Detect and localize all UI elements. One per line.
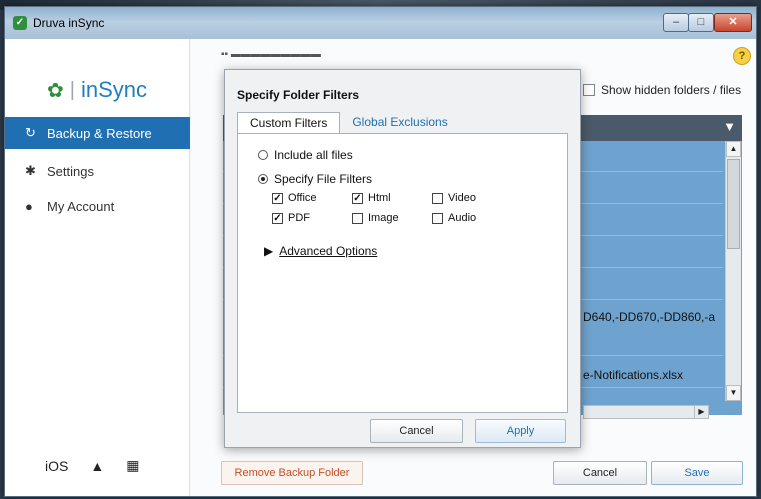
- minimize-button[interactable]: –: [663, 13, 689, 32]
- specify-filters-radio[interactable]: [258, 174, 268, 184]
- show-hidden-label: Show hidden folders / files: [601, 83, 742, 97]
- close-button[interactable]: ✕: [714, 13, 752, 32]
- filter-video[interactable]: Video: [432, 192, 476, 204]
- filter-label: PDF: [288, 212, 310, 224]
- vertical-scrollbar[interactable]: ▲ ▼: [725, 141, 741, 401]
- sidebar-item-label: My Account: [47, 198, 115, 214]
- horizontal-scrollbar[interactable]: ▶: [583, 405, 709, 419]
- android-icon[interactable]: ▲: [90, 458, 104, 474]
- filter-label: Html: [368, 192, 391, 204]
- tab-global-exclusions[interactable]: Global Exclusions: [340, 112, 459, 134]
- list-item[interactable]: D640,-DD670,-DD860,-a: [583, 310, 715, 324]
- scroll-up-icon[interactable]: ▲: [726, 141, 741, 157]
- filter-image[interactable]: Image: [352, 212, 399, 224]
- breadcrumb: ▪▪ ▬▬▬▬▬▬▬▬▬: [221, 49, 321, 60]
- expand-triangle-icon: ▶: [264, 244, 274, 258]
- filter-icon[interactable]: ▼: [723, 119, 736, 134]
- filter-label: Office: [288, 192, 317, 204]
- dialog-title: Specify Folder Filters: [237, 88, 360, 102]
- video-checkbox[interactable]: [432, 192, 443, 204]
- app-logo: ✿ | inSync: [47, 77, 147, 103]
- platform-links: iOS ▲ ▦: [45, 457, 139, 474]
- advanced-options-link[interactable]: Advanced Options: [279, 244, 377, 258]
- include-all-option[interactable]: Include all files: [258, 148, 353, 162]
- save-button[interactable]: Save: [651, 461, 743, 485]
- include-all-label: Include all files: [274, 148, 353, 162]
- scroll-thumb[interactable]: [727, 159, 740, 249]
- include-all-radio[interactable]: [258, 150, 268, 160]
- filter-html[interactable]: ✓ Html: [352, 192, 391, 204]
- refresh-icon: ↻: [25, 125, 36, 140]
- sidebar-item-my-account[interactable]: ● My Account: [5, 190, 190, 222]
- audio-checkbox[interactable]: [432, 212, 443, 224]
- scroll-down-icon[interactable]: ▼: [726, 385, 741, 401]
- maximize-button[interactable]: □: [688, 13, 714, 32]
- specify-filters-label: Specify File Filters: [274, 172, 373, 186]
- sidebar-item-label: Backup & Restore: [47, 125, 152, 141]
- filter-label: Image: [368, 212, 399, 224]
- office-checkbox[interactable]: ✓: [272, 192, 283, 204]
- title-bar: ✓ Druva inSync – □ ✕: [5, 7, 756, 39]
- logo-separator: |: [69, 78, 75, 101]
- show-hidden-option[interactable]: Show hidden folders / files: [583, 83, 741, 97]
- folder-filters-dialog: Specify Folder Filters Custom Filters Gl…: [224, 69, 581, 448]
- ios-link[interactable]: iOS: [45, 458, 68, 474]
- window-title: Druva inSync: [33, 16, 105, 30]
- image-checkbox[interactable]: [352, 212, 363, 224]
- sidebar-item-backup-restore[interactable]: ↻ Backup & Restore: [5, 117, 190, 149]
- insync-logo-icon: ✿: [47, 79, 64, 102]
- filter-label: Video: [448, 192, 476, 204]
- logo-text: inSync: [80, 77, 148, 102]
- list-item[interactable]: e-Notifications.xlsx: [583, 368, 683, 382]
- filter-label: Audio: [448, 212, 477, 224]
- html-checkbox[interactable]: ✓: [352, 192, 363, 204]
- app-icon: ✓: [13, 16, 27, 30]
- filter-office[interactable]: ✓ Office: [272, 192, 317, 204]
- specify-filters-option[interactable]: Specify File Filters: [258, 172, 372, 186]
- cancel-button[interactable]: Cancel: [553, 461, 647, 485]
- remove-backup-folder-button[interactable]: Remove Backup Folder: [221, 461, 363, 485]
- scroll-right-icon[interactable]: ▶: [694, 406, 708, 418]
- pdf-checkbox[interactable]: ✓: [272, 212, 283, 224]
- advanced-options-toggle[interactable]: ▶ Advanced Options: [264, 244, 377, 258]
- sidebar-item-label: Settings: [47, 163, 94, 179]
- sidebar-item-settings[interactable]: ✱ Settings: [5, 155, 190, 187]
- gear-icon: ✱: [25, 163, 36, 178]
- dialog-cancel-button[interactable]: Cancel: [370, 419, 463, 443]
- dialog-tabs: Custom Filters Global Exclusions: [237, 112, 460, 134]
- windows-icon[interactable]: ▦: [126, 457, 139, 474]
- user-icon: ●: [25, 198, 33, 214]
- custom-filters-panel: Include all files Specify File Filters ✓…: [237, 133, 568, 413]
- apply-button[interactable]: Apply: [475, 419, 566, 443]
- filter-audio[interactable]: Audio: [432, 212, 476, 224]
- show-hidden-checkbox[interactable]: [583, 84, 595, 96]
- tab-custom-filters[interactable]: Custom Filters: [237, 112, 341, 134]
- sidebar: ✿ | inSync ↻ Backup & Restore ✱ Settings…: [5, 39, 190, 496]
- filter-pdf[interactable]: ✓ PDF: [272, 212, 310, 224]
- help-button[interactable]: ?: [733, 47, 751, 65]
